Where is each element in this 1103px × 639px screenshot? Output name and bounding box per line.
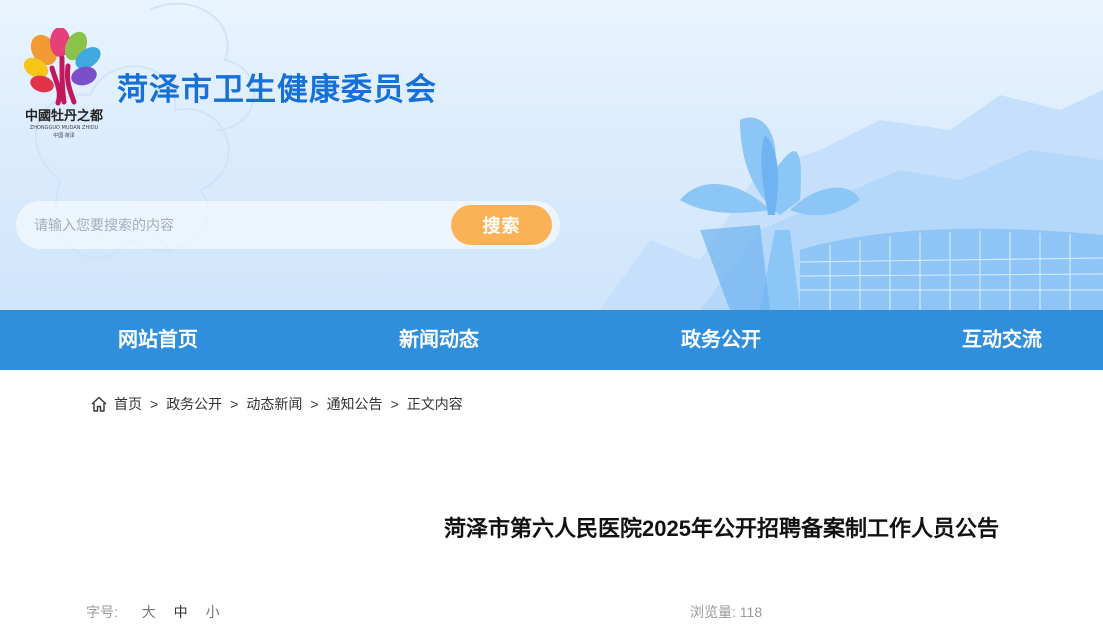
breadcrumb-separator: > [390, 396, 399, 412]
view-count-value: 118 [739, 604, 763, 620]
logo-text: 中國牡丹之都 [25, 108, 103, 124]
nav-item-interaction[interactable]: 互动交流 [962, 310, 1042, 370]
view-count-label: 浏览量: [690, 604, 736, 620]
nav-item-news[interactable]: 新闻动态 [399, 310, 479, 370]
breadcrumb-separator: > [230, 396, 239, 412]
main-nav: 网站首页 新闻动态 政务公开 互动交流 [0, 310, 1103, 370]
view-count: 浏览量: 118 [690, 602, 762, 622]
breadcrumb: 首页 > 政务公开 > 动态新闻 > 通知公告 > 正文内容 [90, 393, 463, 415]
search-bar: 搜索 [16, 201, 560, 249]
banner-illustration [35, 2, 1103, 310]
font-size-label: 字号: [86, 604, 118, 620]
font-size-medium[interactable]: 中 [174, 604, 188, 620]
font-size-control: 字号: 大 中 小 [86, 602, 220, 622]
font-size-large[interactable]: 大 [142, 604, 156, 620]
breadcrumb-notices[interactable]: 通知公告 [327, 394, 383, 414]
nav-item-government-affairs[interactable]: 政务公开 [681, 310, 761, 370]
peony-logo-icon: 中國牡丹之都 ZHONGGUO MUDAN ZHIDU 中国·菏泽 [23, 28, 103, 139]
breadcrumb-news[interactable]: 动态新闻 [246, 394, 302, 414]
nav-item-home[interactable]: 网站首页 [118, 310, 198, 370]
header-banner: 中國牡丹之都 ZHONGGUO MUDAN ZHIDU 中国·菏泽 菏泽市卫生健… [0, 0, 1103, 310]
article-title: 菏泽市第六人民医院2025年公开招聘备案制工作人员公告 [444, 516, 999, 541]
font-size-small[interactable]: 小 [206, 604, 220, 620]
search-button[interactable]: 搜索 [451, 205, 552, 245]
breadcrumb-separator: > [150, 396, 159, 412]
svg-text:中国·菏泽: 中国·菏泽 [53, 132, 75, 139]
svg-text:ZHONGGUO MUDAN ZHIDU: ZHONGGUO MUDAN ZHIDU [30, 125, 99, 131]
breadcrumb-separator: > [310, 396, 319, 412]
breadcrumb-home[interactable]: 首页 [114, 394, 142, 414]
site-title[interactable]: 菏泽市卫生健康委员会 [117, 64, 437, 109]
breadcrumb-current: 正文内容 [406, 396, 463, 412]
search-input[interactable] [34, 201, 434, 249]
home-icon[interactable] [90, 395, 108, 413]
breadcrumb-government-affairs[interactable]: 政务公开 [166, 394, 222, 414]
